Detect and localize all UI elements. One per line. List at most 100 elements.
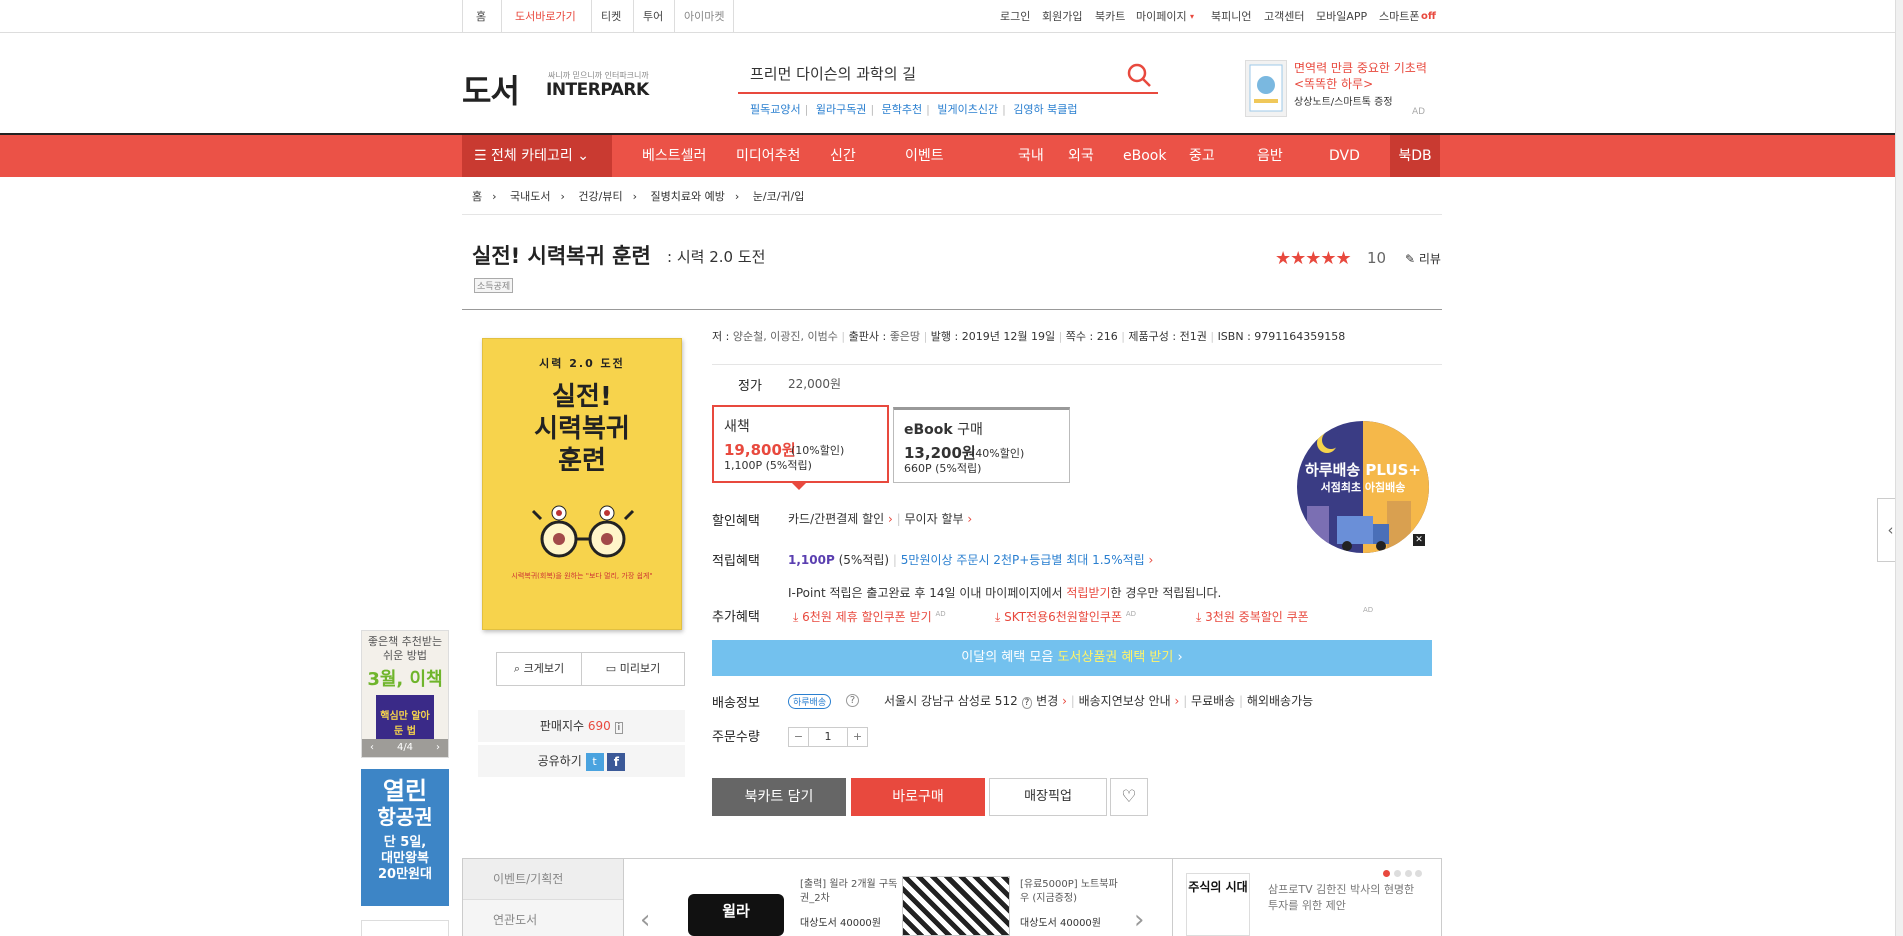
util-home-link[interactable]: 홈 <box>476 0 486 33</box>
carousel-dot[interactable] <box>1393 870 1401 877</box>
coupon-3[interactable]: ⤓ 3천원 중복할인 쿠폰 <box>1196 608 1309 625</box>
author-label: 저 <box>712 330 723 343</box>
breadcrumb-item[interactable]: 홈 <box>472 190 482 203</box>
monthly-benefits-banner[interactable]: 이달의 혜택 모음 도서상품권 혜택 받기 › <box>712 640 1432 676</box>
books-logo[interactable]: 도서 <box>462 66 520 112</box>
change-address-link[interactable]: 변경 <box>1036 694 1058 708</box>
nav-music[interactable]: 음반 <box>1257 135 1283 177</box>
installment-link[interactable]: 무이자 할부 <box>905 512 964 526</box>
carousel-dot[interactable] <box>1404 870 1412 877</box>
breadcrumb: 홈 › 국내도서 › 건강/뷰티 › 질병치료와 예방 › 눈/코/귀/입 <box>472 188 814 204</box>
keyword-link[interactable]: 문학추천 <box>882 103 922 116</box>
nav-bestseller[interactable]: 베스트셀러 <box>642 135 706 177</box>
breadcrumb-item[interactable]: 눈/코/귀/입 <box>753 190 805 203</box>
close-icon[interactable]: ✕ <box>1413 534 1425 546</box>
quantity-input[interactable]: 1 <box>809 728 847 746</box>
minus-button[interactable]: − <box>789 728 809 746</box>
publisher-link[interactable]: 좋은땅 <box>890 330 920 343</box>
zoom-button[interactable]: ⌕ 크게보기 <box>496 652 582 686</box>
help-icon[interactable]: ? <box>1021 697 1033 709</box>
ipoint-link[interactable]: 적립받기 <box>1066 586 1110 600</box>
carousel-dot[interactable] <box>1415 870 1423 877</box>
chevron-left-icon[interactable]: ‹ <box>370 739 374 757</box>
delay-compensation-link[interactable]: 배송지연보상 안내 <box>1079 694 1171 708</box>
extra-points-link[interactable]: 5만원이상 주문시 2천P+등급별 최대 1.5%적립 <box>901 553 1145 567</box>
carousel-dot-active[interactable] <box>1383 870 1390 877</box>
facebook-icon[interactable]: f <box>607 752 626 771</box>
chevron-right-icon[interactable]: › <box>436 739 440 757</box>
scrollbar[interactable] <box>1895 0 1903 936</box>
help-icon[interactable]: ? <box>846 694 859 707</box>
login-link[interactable]: 로그인 <box>1000 0 1030 33</box>
tab-events[interactable]: 이벤트/기획전 <box>463 859 623 899</box>
nav-used[interactable]: 중고 <box>1189 135 1215 177</box>
card2-title[interactable]: [유료5000P] 노트북파우 (지금증정) <box>1020 878 1120 906</box>
option-points: 1,100P (5%적립) <box>724 459 812 472</box>
stock-book-cover[interactable]: 주식의 시대 <box>1186 873 1250 936</box>
card1-title[interactable]: [출력] 윌라 2개월 구독권_2차 <box>800 878 900 906</box>
store-pickup-button[interactable]: 매장픽업 <box>989 778 1107 816</box>
keyword-link[interactable]: 빌게이츠신간 <box>937 103 998 116</box>
nav-foreign[interactable]: 외국 <box>1068 135 1094 177</box>
ebook-option[interactable]: eBook 구매 13,200원 (40%할인) 660P (5%적립) <box>893 407 1070 483</box>
nav-dvd[interactable]: DVD <box>1329 135 1360 177</box>
signup-link[interactable]: 회원가입 <box>1042 0 1082 33</box>
nav-bookdb[interactable]: 북DB <box>1390 135 1440 177</box>
customer-center-link[interactable]: 고객센터 <box>1264 0 1304 33</box>
side-ad-book-recommend[interactable]: 좋은책 추천받는 쉬운 방법 3월, 이책 핵심만 알아둔 법 ‹ 4/4 › <box>361 630 449 758</box>
util-tour-link[interactable]: 투어 <box>643 0 663 33</box>
nav-domestic[interactable]: 국내 <box>1018 135 1044 177</box>
coupon-1[interactable]: ⤓ 6천원 제휴 할인쿠폰 받기 AD <box>793 608 946 625</box>
sales-label: 판매지수 <box>539 719 585 733</box>
keyword-link[interactable]: 윌라구독권 <box>816 103 867 116</box>
preview-button[interactable]: ▭ 미리보기 <box>581 652 685 686</box>
header-ad-image[interactable] <box>1245 60 1287 117</box>
plus-button[interactable]: + <box>847 728 867 746</box>
chevron-right-icon[interactable]: › <box>1134 905 1144 935</box>
nav-media-picks[interactable]: 미디어추천 <box>736 135 800 177</box>
search-input[interactable] <box>750 64 1110 82</box>
nav-new-books[interactable]: 신간 <box>830 135 856 177</box>
card3-text[interactable]: 삼프로TV 김한진 박사의 현명한 투자를 위한 제안 <box>1268 882 1418 914</box>
all-categories-button[interactable]: ☰ 전체 카테고리 ⌄ <box>462 135 612 177</box>
util-imarket-link[interactable]: 아이마켓 <box>684 0 724 33</box>
breadcrumb-item[interactable]: 국내도서 <box>510 190 550 203</box>
shipping-address: 서울시 강남구 삼성로 512 <box>884 694 1018 708</box>
mypage-link[interactable]: 마이페이지 <box>1136 0 1187 33</box>
smartphone-link[interactable]: 스마트폰 <box>1379 0 1419 33</box>
twitter-icon[interactable]: t <box>585 752 604 771</box>
util-books-link[interactable]: 도서바로가기 <box>515 0 576 33</box>
add-to-cart-button[interactable]: 북카트 담기 <box>712 778 846 816</box>
bookpinion-link[interactable]: 북피니언 <box>1211 0 1251 33</box>
delivery-ad-bubble[interactable]: 하루배송 PLUS+ 서점최초 아침배송 <box>1297 421 1429 553</box>
tab-related-books[interactable]: 연관도서 <box>463 899 623 936</box>
bookcart-link[interactable]: 북카트 <box>1095 0 1125 33</box>
mobile-app-link[interactable]: 모바일APP <box>1316 0 1367 33</box>
main-nav: ☰ 전체 카테고리 ⌄ 베스트셀러 미디어추천 신간 이벤트 국내 외국 eBo… <box>0 133 1895 177</box>
chevron-left-icon[interactable]: ‹ <box>640 905 650 935</box>
util-ticket-link[interactable]: 티켓 <box>601 0 621 33</box>
nav-ebook[interactable]: eBook <box>1123 135 1166 177</box>
header-ad-text[interactable]: 면역력 만큼 중요한 기초력 <똑똑한 하루> <box>1294 60 1464 92</box>
bubble-subline: 서점최초 아침배송 <box>1320 481 1406 494</box>
author-link[interactable]: 양순철, 이광진, 이범수 <box>733 330 838 343</box>
breadcrumb-item[interactable]: 질병치료와 예방 <box>651 190 725 203</box>
review-link[interactable]: ✎ 리뷰 <box>1405 250 1441 267</box>
pouch-card-image[interactable] <box>902 876 1010 936</box>
keyword-link[interactable]: 필독교양서 <box>750 103 801 116</box>
breadcrumb-item[interactable]: 건강/뷰티 <box>578 190 622 203</box>
points-rate: (5%적립) <box>838 553 890 567</box>
new-book-option[interactable]: 새책 19,800원 (10%할인) 1,100P (5%적립) <box>712 405 889 490</box>
buy-now-button[interactable]: 바로구매 <box>851 778 985 816</box>
keyword-link[interactable]: 김영하 북클럽 <box>1013 103 1077 116</box>
info-icon[interactable]: i <box>614 722 624 734</box>
card-discount-link[interactable]: 카드/간편결제 할인 <box>788 512 884 526</box>
book-cover[interactable]: 시력 2.0 도전 실전! 시력복귀 훈련 시력복귀(회복)을 원하는 "보다 … <box>482 338 682 630</box>
side-ad-airfare[interactable]: 열린 항공권 단 5일, 대만왕복 20만원대 <box>361 769 449 906</box>
nav-events[interactable]: 이벤트 <box>905 135 944 177</box>
willa-card-image[interactable]: 윌라 <box>688 894 784 936</box>
wishlist-heart-icon[interactable]: ♡ <box>1110 778 1148 816</box>
coupon-2[interactable]: ⤓ SKT전용6천원할인쿠폰 AD <box>995 608 1136 625</box>
interpark-logo[interactable]: INTERPARK <box>546 80 649 100</box>
search-icon[interactable] <box>1126 62 1152 88</box>
